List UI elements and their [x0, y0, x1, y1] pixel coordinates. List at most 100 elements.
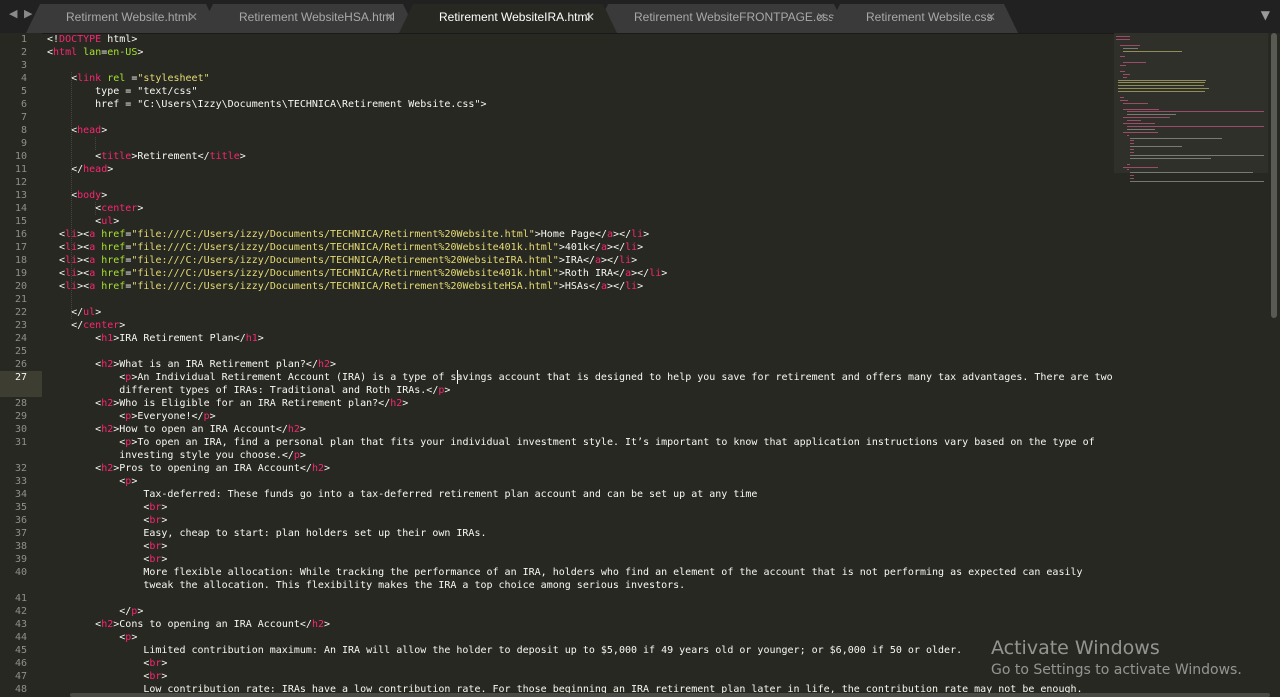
- minimap-line: [1126, 128, 1155, 130]
- line-number: 45: [14, 645, 27, 656]
- code-line[interactable]: investing style you choose.</p>: [47, 449, 306, 462]
- tab-back-icon[interactable]: ◀: [9, 7, 17, 20]
- code-line[interactable]: <html lan=en-US>: [47, 46, 143, 59]
- line-number: 24: [14, 333, 27, 344]
- code-line[interactable]: <head>: [47, 124, 107, 137]
- minimap-line: [1123, 47, 1139, 49]
- minimap-line: [1116, 36, 1130, 37]
- line-number: 33: [14, 476, 27, 487]
- minimap-line: [1117, 91, 1206, 93]
- minimap-line: [1130, 178, 1134, 180]
- code-editor[interactable]: 1 2 3 4 5 6 7 8 9 10 11 12 13 14 15 16 17 18 19 20 21 22 23 24 2…: [0, 33, 1268, 697]
- line-number: 37: [14, 528, 27, 539]
- vertical-scrollbar-thumb[interactable]: [1271, 33, 1277, 318]
- tab-retirement-websitehsa-html[interactable]: Retirement WebsiteHSA.html ✕: [199, 4, 417, 33]
- line-number: 19: [14, 268, 27, 279]
- code-line[interactable]: <p>An Individual Retirement Account (IRA…: [47, 371, 1112, 384]
- code-line[interactable]: <ul>: [47, 215, 119, 228]
- line-number: 5: [20, 86, 27, 97]
- minimap-line: [1123, 73, 1131, 75]
- minimap-line: [1123, 102, 1149, 104]
- minimap-line: [1130, 152, 1134, 153]
- close-icon[interactable]: ✕: [986, 4, 996, 31]
- vertical-scrollbar[interactable]: [1268, 33, 1280, 697]
- code-line[interactable]: <body>: [47, 189, 107, 202]
- code-line[interactable]: href = "C:\Users\Izzy\Documents\TECHNICA…: [47, 98, 486, 111]
- line-number: 23: [14, 320, 27, 331]
- code-line[interactable]: <p>: [47, 631, 137, 644]
- minimap-line: [1130, 154, 1264, 156]
- code-line[interactable]: <h2>Pros to opening an IRA Account</h2>: [47, 462, 330, 475]
- tab-retirement-websiteira-html[interactable]: Retirement WebsiteIRA.html ✕: [399, 4, 617, 33]
- line-number: 4: [20, 73, 27, 84]
- code-line[interactable]: <li><a href="file:///C:/Users/izzy/Docum…: [47, 280, 643, 293]
- code-line[interactable]: <h2>Who is Eligible for an IRA Retiremen…: [47, 397, 408, 410]
- code-line[interactable]: type = "text/css": [47, 85, 197, 98]
- code-line[interactable]: <p>To open an IRA, find a personal plan …: [47, 436, 1094, 449]
- tab-retirement-websitefrontpage-css[interactable]: Retirement WebsiteFRONTPAGE.css ✕: [594, 4, 848, 33]
- code-line[interactable]: <li><a href="file:///C:/Users/izzy/Docum…: [47, 228, 649, 241]
- watermark-subtitle: Go to Settings to activate Windows.: [991, 662, 1242, 678]
- minimap-line: [1126, 120, 1142, 122]
- minimap-line: [1130, 157, 1212, 159]
- line-number-gutter: 1 2 3 4 5 6 7 8 9 10 11 12 13 14 15 16 17 18 19 20 21 22 23 24 2…: [0, 33, 42, 697]
- minimap-line: [1123, 108, 1160, 110]
- line-number: 39: [14, 554, 27, 565]
- code-line[interactable]: <br>: [47, 540, 167, 553]
- code-line[interactable]: </center>: [47, 319, 125, 332]
- code-line[interactable]: <h2>What is an IRA Retirement plan?</h2>: [47, 358, 336, 371]
- tab-menu-chevron-down-icon[interactable]: ▼: [1261, 8, 1270, 22]
- minimap-line: [1119, 56, 1125, 58]
- line-number: 14: [14, 203, 27, 214]
- code-line[interactable]: <p>: [47, 475, 137, 488]
- minimap-line: [1123, 123, 1155, 124]
- code-line[interactable]: tweak the allocation. This flexibility m…: [47, 579, 685, 592]
- close-icon[interactable]: ✕: [188, 4, 198, 31]
- line-number: 7: [20, 112, 27, 123]
- close-icon[interactable]: ✕: [385, 4, 395, 31]
- code-line[interactable]: <br>: [47, 657, 167, 670]
- minimap-line: [1123, 76, 1127, 78]
- code-line[interactable]: Easy, cheap to start: plan holders set u…: [47, 527, 486, 540]
- line-number: 46: [14, 658, 27, 669]
- code-line[interactable]: <br>: [47, 514, 167, 527]
- line-number: 36: [14, 515, 27, 526]
- code-line[interactable]: <br>: [47, 501, 167, 514]
- line-number: 28: [14, 398, 27, 409]
- code-line[interactable]: <h2>Cons to opening an IRA Account</h2>: [47, 618, 330, 631]
- close-icon[interactable]: ✕: [585, 4, 595, 31]
- horizontal-scrollbar-thumb[interactable]: [70, 693, 1270, 697]
- line-number: 9: [20, 138, 27, 149]
- code-area[interactable]: <!DOCTYPE html> <html lan=en-US> <link re…: [42, 33, 1113, 697]
- line-number: 21: [14, 294, 27, 305]
- code-line[interactable]: </ul>: [47, 306, 101, 319]
- tab-label: Retirement WebsiteIRA.html: [439, 10, 591, 24]
- minimap[interactable]: [1114, 33, 1268, 697]
- indent-guide: [95, 137, 97, 150]
- code-line[interactable]: <li><a href="file:///C:/Users/izzy/Docum…: [47, 254, 637, 267]
- code-line[interactable]: </p>: [47, 605, 143, 618]
- tab-retirement-website-css[interactable]: Retirement Website.css ✕: [826, 4, 1018, 33]
- line-number: 44: [14, 632, 27, 643]
- code-line[interactable]: Tax-deferred: These funds go into a tax-…: [47, 488, 757, 501]
- code-line[interactable]: Limited contribution maximum: An IRA wil…: [47, 644, 962, 657]
- line-number: 12: [14, 177, 27, 188]
- minimap-line: [1123, 166, 1159, 168]
- code-line[interactable]: <br>: [47, 553, 167, 566]
- code-line[interactable]: <title>Retirement</title>: [47, 150, 246, 163]
- code-line[interactable]: <li><a href="file:///C:/Users/izzy/Docum…: [47, 267, 667, 280]
- code-line[interactable]: different types of IRAs: Traditional and…: [47, 384, 450, 397]
- tab-retirment-website-html[interactable]: Retirment Website.html ✕: [26, 4, 220, 33]
- code-line[interactable]: <br>: [47, 670, 167, 683]
- code-line[interactable]: More flexible allocation: While tracking…: [47, 566, 1082, 579]
- code-line[interactable]: </head>: [47, 163, 113, 176]
- minimap-line: [1123, 131, 1159, 133]
- code-line[interactable]: <p>Everyone!</p>: [47, 410, 215, 423]
- minimap-line: [1130, 181, 1264, 182]
- code-line[interactable]: <h1>IRA Retirement Plan</h1>: [47, 332, 264, 345]
- code-line[interactable]: <!DOCTYPE html>: [47, 33, 137, 46]
- code-line[interactable]: <li><a href="file:///C:/Users/izzy/Docum…: [47, 241, 643, 254]
- close-icon[interactable]: ✕: [816, 4, 826, 31]
- code-line[interactable]: <h2>How to open an IRA Account</h2>: [47, 423, 306, 436]
- line-number: 22: [14, 307, 27, 318]
